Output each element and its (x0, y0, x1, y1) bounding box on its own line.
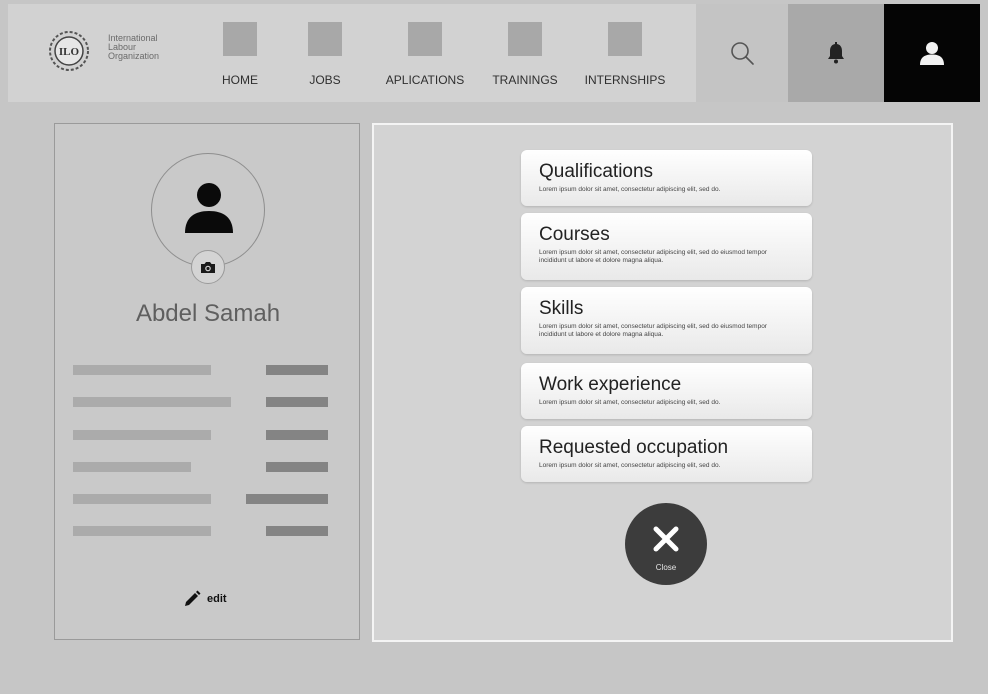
profile-detail-label-placeholder (73, 462, 191, 472)
user-icon (185, 183, 233, 233)
section-card-requested-occupation[interactable]: Requested occupation Lorem ipsum dolor s… (521, 426, 812, 482)
profile-detail-label-placeholder (73, 365, 211, 375)
profile-detail-value-placeholder (266, 397, 328, 407)
nav-thumbnail-icon (508, 22, 542, 56)
section-card-description: Lorem ipsum dolor sit amet, consectetur … (539, 249, 767, 264)
nav-label: HOME (222, 73, 258, 87)
bell-icon (828, 42, 844, 64)
nav-label: TRAININGS (492, 73, 558, 87)
nav-label: INTERNSHIPS (584, 73, 666, 87)
section-card-description: Lorem ipsum dolor sit amet, consectetur … (539, 399, 721, 406)
edit-label: edit (207, 593, 227, 605)
edit-profile-button[interactable]: edit (183, 590, 227, 608)
user-profile-button[interactable] (884, 4, 980, 102)
logo-mark-text: ILO (59, 46, 80, 58)
profile-detail-value-placeholder (266, 430, 328, 440)
ilo-logo-icon[interactable]: ILO (48, 30, 90, 72)
nav-item-home[interactable]: HOME (210, 22, 270, 87)
nav-label: APLICATIONS (385, 73, 465, 87)
profile-detail-value-placeholder (266, 365, 328, 375)
nav-label: JOBS (309, 73, 341, 87)
logo-text-line: Organization (108, 51, 160, 61)
section-card-title: Requested occupation (539, 437, 729, 458)
search-button[interactable] (696, 4, 788, 102)
profile-card: Abdel Samah edit (54, 123, 360, 640)
nav-item-trainings[interactable]: TRAININGS (489, 22, 561, 87)
close-icon (653, 526, 679, 552)
nav-thumbnail-icon (223, 22, 257, 56)
section-card-title: Qualifications (539, 161, 654, 182)
avatar (151, 153, 265, 284)
profile-detail-value-placeholder (266, 526, 328, 536)
user-icon (920, 42, 944, 65)
profile-detail-label-placeholder (73, 526, 211, 536)
top-navigation-bar: ILO International Labour Organization HO… (8, 4, 980, 102)
nav-thumbnail-icon (608, 22, 642, 56)
section-card-work-experience[interactable]: Work experience Lorem ipsum dolor sit am… (521, 363, 812, 419)
section-card-description: Lorem ipsum dolor sit amet, consectetur … (539, 462, 721, 469)
section-card-skills[interactable]: Skills Lorem ipsum dolor sit amet, conse… (521, 287, 812, 354)
section-card-description: Lorem ipsum dolor sit amet, consectetur … (539, 323, 767, 338)
close-button[interactable]: Close (625, 503, 707, 585)
nav-thumbnail-icon (308, 22, 342, 56)
profile-name: Abdel Samah (135, 300, 281, 327)
profile-detail-label-placeholder (73, 430, 211, 440)
close-label: Close (655, 563, 677, 572)
camera-icon (201, 261, 215, 273)
profile-sections-panel: Qualifications Lorem ipsum dolor sit ame… (372, 123, 953, 642)
section-card-title: Courses (539, 224, 610, 245)
search-icon (731, 42, 754, 65)
notifications-button[interactable] (788, 4, 884, 102)
section-card-qualifications[interactable]: Qualifications Lorem ipsum dolor sit ame… (521, 150, 812, 206)
section-card-title: Skills (539, 298, 584, 319)
nav-item-jobs[interactable]: JOBS (299, 22, 351, 87)
section-card-courses[interactable]: Courses Lorem ipsum dolor sit amet, cons… (521, 213, 812, 280)
change-photo-button[interactable] (191, 250, 225, 284)
pencil-icon (185, 590, 201, 606)
profile-detail-label-placeholder (73, 494, 211, 504)
section-card-description: Lorem ipsum dolor sit amet, consectetur … (539, 186, 721, 193)
profile-detail-value-placeholder (246, 494, 328, 504)
logo-text: International Labour Organization (108, 34, 159, 61)
nav-thumbnail-icon (408, 22, 442, 56)
profile-detail-value-placeholder (266, 462, 328, 472)
nav-item-applications[interactable]: APLICATIONS (379, 22, 471, 87)
nav-item-internships[interactable]: INTERNSHIPS (581, 22, 669, 87)
profile-detail-label-placeholder (73, 397, 231, 407)
section-card-title: Work experience (539, 374, 682, 395)
